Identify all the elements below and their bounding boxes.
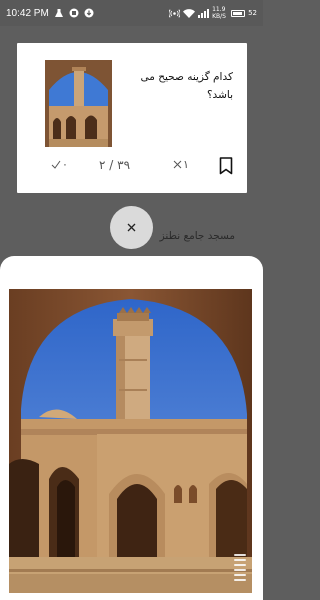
wrong-counter: ۱	[173, 158, 189, 171]
status-left: 10:42 PM	[6, 8, 94, 19]
correct-counter: ۰	[51, 158, 68, 171]
question-text: کدام گزینه صحیح می باشد؟	[140, 71, 233, 101]
expanded-image	[9, 289, 252, 593]
status-time: 10:42 PM	[6, 7, 49, 19]
battery-icon	[231, 9, 246, 17]
question-progress: ۲ / ۳۹	[99, 158, 131, 172]
network-speed: 11.9 KB/S	[212, 6, 226, 20]
correct-count: ۰	[62, 158, 68, 171]
watermark-logo-icon	[234, 554, 246, 581]
question-image[interactable]	[45, 60, 112, 147]
bookmark-icon[interactable]	[219, 157, 233, 175]
lab-flask-icon	[54, 9, 63, 17]
mosque-minaret-photo-icon	[45, 60, 112, 147]
battery-level: 52	[248, 9, 257, 17]
question-card[interactable]: کدام گزینه صحیح می باشد؟ ۰ ۲ / ۳۹ ۱	[17, 43, 247, 193]
close-button[interactable]	[110, 206, 153, 249]
card-footer: ۰ ۲ / ۳۹ ۱	[17, 143, 247, 193]
answer-option[interactable]: مسجد جامع نطنز	[160, 230, 235, 242]
image-preview-sheet	[0, 256, 263, 600]
wifi-icon	[183, 8, 196, 18]
wrong-count: ۱	[183, 158, 189, 171]
download-icon	[84, 8, 94, 18]
signal-icon	[198, 8, 210, 18]
status-right: 11.9 KB/S 52	[169, 6, 257, 20]
mosque-minaret-photo-icon	[9, 289, 252, 593]
hotspot-icon	[169, 8, 181, 18]
status-bar: 10:42 PM 11.9 KB/S 52	[0, 0, 263, 26]
close-icon	[127, 223, 136, 232]
notification-icon	[69, 8, 79, 18]
cross-icon	[173, 160, 182, 169]
check-icon	[51, 160, 61, 169]
